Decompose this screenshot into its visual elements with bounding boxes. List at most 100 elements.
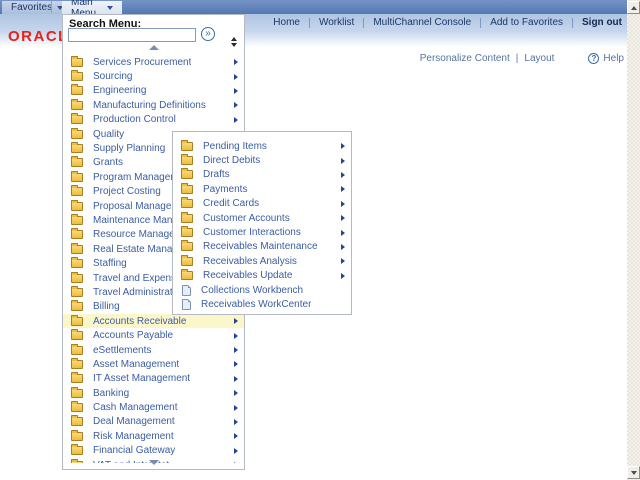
layout-link[interactable]: Layout <box>524 53 554 64</box>
submenu-item[interactable]: Credit Cards <box>173 197 351 211</box>
submenu-arrow-icon <box>234 318 238 324</box>
menu-item-label: Pending Items <box>203 141 267 152</box>
submenu-list: Pending Items Direct Debits Drafts Payme… <box>173 139 351 312</box>
arrow-up-icon <box>231 37 237 41</box>
menu-scroll-down[interactable] <box>64 457 243 467</box>
vertical-scrollbar[interactable] <box>627 0 640 480</box>
folder-icon <box>71 446 83 455</box>
submenu-arrow-icon <box>234 390 238 396</box>
submenu-arrow-icon <box>341 186 345 192</box>
menu-item[interactable]: Deal Management <box>63 415 244 429</box>
submenu-arrow-icon <box>234 59 238 65</box>
folder-icon <box>71 158 83 167</box>
folder-icon <box>71 389 83 398</box>
link-separator <box>572 18 573 28</box>
folder-icon <box>71 374 83 383</box>
submenu-item[interactable]: Receivables Update <box>173 269 351 283</box>
menu-item-label: Receivables Update <box>203 270 293 281</box>
submenu-item[interactable]: Receivables Maintenance <box>173 240 351 254</box>
menu-item-label: Cash Management <box>93 402 178 413</box>
menu-item[interactable]: Financial Gateway <box>63 444 244 458</box>
help-link[interactable]: ? Help <box>588 53 624 64</box>
menu-item[interactable]: Production Control <box>63 113 244 127</box>
menu-item[interactable]: Services Procurement <box>63 55 244 69</box>
sign-out-link[interactable]: Sign out <box>582 17 622 28</box>
header-links: Home Worklist MultiChannel Console Add t… <box>273 14 622 31</box>
folder-icon <box>181 257 193 266</box>
arrow-up-icon <box>631 6 637 10</box>
chevron-down-icon <box>107 6 113 10</box>
accounts-receivable-submenu: Pending Items Direct Debits Drafts Payme… <box>172 131 352 315</box>
menu-item[interactable]: Accounts Receivable <box>63 314 244 328</box>
menu-item[interactable]: IT Asset Management <box>63 372 244 386</box>
help-label[interactable]: Help <box>603 53 624 64</box>
submenu-item[interactable]: Drafts <box>173 168 351 182</box>
folder-icon <box>71 417 83 426</box>
menu-item[interactable]: Manufacturing Definitions <box>63 98 244 112</box>
scrollbar-up-button[interactable] <box>627 1 640 14</box>
submenu-item[interactable]: Receivables Analysis <box>173 254 351 268</box>
folder-icon <box>71 288 83 297</box>
main-menu-button[interactable]: Main Menu <box>62 1 122 14</box>
add-to-favorites-link[interactable]: Add to Favorites <box>490 17 563 28</box>
menu-item[interactable]: Sourcing <box>63 69 244 83</box>
submenu-item[interactable]: Customer Accounts <box>173 211 351 225</box>
submenu-arrow-icon <box>234 361 238 367</box>
menu-item[interactable]: Risk Management <box>63 429 244 443</box>
menu-item-label: Risk Management <box>93 431 174 442</box>
multichannel-console-link[interactable]: MultiChannel Console <box>373 17 471 28</box>
home-link[interactable]: Home <box>273 17 300 28</box>
folder-icon <box>71 187 83 196</box>
menu-search-input[interactable] <box>68 28 196 42</box>
menu-item-label: Receivables WorkCenter <box>201 299 311 310</box>
menu-item-label: Quality <box>93 129 124 140</box>
question-circle-icon: ? <box>588 53 599 64</box>
folder-icon <box>181 228 193 237</box>
submenu-item[interactable]: Direct Debits <box>173 153 351 167</box>
submenu-arrow-icon <box>234 102 238 108</box>
submenu-item[interactable]: Customer Interactions <box>173 225 351 239</box>
menu-item-label: Deal Management <box>93 416 175 427</box>
menu-item[interactable]: Asset Management <box>63 357 244 371</box>
submenu-arrow-icon <box>234 433 238 439</box>
menu-item-label: Grants <box>93 157 123 168</box>
menu-scroll-up[interactable] <box>64 42 243 52</box>
submenu-arrow-icon <box>341 158 345 164</box>
menu-item[interactable]: Engineering <box>63 84 244 98</box>
submenu-item[interactable]: Payments <box>173 182 351 196</box>
submenu-arrow-icon <box>341 201 345 207</box>
worklist-link[interactable]: Worklist <box>319 17 354 28</box>
submenu-item[interactable]: Collections Workbench <box>173 283 351 297</box>
scrollbar-down-button[interactable] <box>627 466 640 479</box>
menu-item-label: Services Procurement <box>93 57 191 68</box>
page-toolbar: Personalize Content | Layout ? Help <box>420 53 624 64</box>
search-go-button[interactable]: » <box>201 27 215 41</box>
folder-icon <box>181 156 193 165</box>
menu-item-label: Accounts Receivable <box>93 316 186 327</box>
submenu-item[interactable]: Pending Items <box>173 139 351 153</box>
personalize-content-link[interactable]: Personalize Content <box>420 53 510 64</box>
menu-item-label: Payments <box>203 184 247 195</box>
folder-icon <box>71 130 83 139</box>
folder-icon <box>71 173 83 182</box>
menu-item-label: Staffing <box>93 258 127 269</box>
folder-icon <box>71 403 83 412</box>
menu-item[interactable]: eSettlements <box>63 343 244 357</box>
folder-icon <box>71 202 83 211</box>
submenu-arrow-icon <box>234 347 238 353</box>
triangle-down-icon <box>149 460 159 465</box>
submenu-item[interactable]: Receivables WorkCenter <box>173 297 351 311</box>
folder-icon <box>181 170 193 179</box>
submenu-arrow-icon <box>234 405 238 411</box>
submenu-arrow-icon <box>341 143 345 149</box>
menu-item[interactable]: Cash Management <box>63 400 244 414</box>
document-icon <box>182 299 191 310</box>
triangle-up-icon <box>149 45 159 50</box>
menu-item[interactable]: Accounts Payable <box>63 328 244 342</box>
submenu-arrow-icon <box>341 230 345 236</box>
menu-item[interactable]: Banking <box>63 386 244 400</box>
folder-icon <box>181 242 193 251</box>
top-menu-bar: Favorites Main Menu <box>0 0 640 14</box>
menu-item-label: eSettlements <box>93 345 151 356</box>
menu-item-label: Drafts <box>203 169 230 180</box>
